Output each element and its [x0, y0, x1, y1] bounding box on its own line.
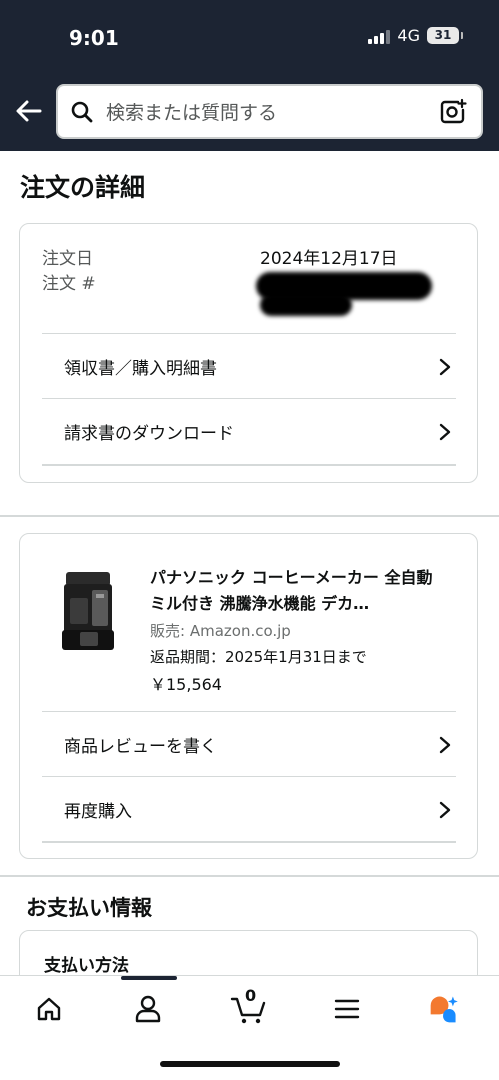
nav-menu[interactable] [331, 992, 363, 1026]
seller-text: 販売: Amazon.co.jp [150, 622, 291, 640]
section-divider [0, 515, 499, 517]
menu-icon [334, 999, 360, 1019]
chevron-right-icon [439, 358, 451, 375]
buy-again-link[interactable]: 再度購入 [42, 776, 456, 842]
payment-method-label: 支払い方法 [44, 956, 129, 976]
order-number-label: 注文 # [42, 274, 96, 294]
chevron-right-icon [439, 423, 451, 440]
search-input[interactable]: 検索または質問する [56, 84, 483, 139]
write-review-link[interactable]: 商品レビューを書く [42, 711, 456, 777]
status-time: 9:01 [69, 26, 119, 50]
home-indicator [160, 1061, 340, 1067]
account-icon [135, 995, 161, 1023]
nav-rufus-assistant[interactable] [428, 992, 460, 1026]
invoice-download-link[interactable]: 請求書のダウンロード [42, 398, 456, 464]
row-divider [42, 464, 456, 466]
buy-again-label: 再度購入 [64, 802, 132, 822]
nav-home[interactable] [33, 992, 65, 1026]
app-header: 9:01 4G 31 検索または質問する [0, 0, 499, 151]
nav-cart[interactable]: 0 [229, 986, 269, 1026]
chevron-right-icon [439, 736, 451, 753]
receipt-label: 領収書／購入明細書 [64, 359, 217, 379]
chevron-right-icon [439, 801, 451, 818]
product-image[interactable] [58, 568, 118, 656]
camera-lens-icon[interactable] [439, 98, 467, 126]
search-placeholder: 検索または質問する [106, 102, 278, 124]
payment-section-title: お支払い情報 [26, 896, 152, 920]
status-indicators: 4G 31 [368, 26, 463, 45]
page-title: 注文の詳細 [20, 173, 146, 202]
write-review-label: 商品レビューを書く [64, 737, 217, 757]
product-title[interactable]: パナソニック コーヒーメーカー 全自動 ミル付き 沸騰浄水機能 デカ… [150, 565, 450, 617]
row-divider [42, 841, 456, 843]
invoice-download-label: 請求書のダウンロード [64, 424, 234, 444]
order-date-value: 2024年12月17日 [260, 249, 398, 269]
receipt-link[interactable]: 領収書／購入明細書 [42, 333, 456, 399]
search-icon [71, 101, 93, 122]
back-arrow-icon[interactable] [14, 96, 44, 126]
cart-count: 0 [245, 986, 257, 1005]
section-divider [0, 875, 499, 877]
network-type: 4G [397, 26, 420, 45]
signal-icon [368, 28, 391, 44]
order-item-card: パナソニック コーヒーメーカー 全自動 ミル付き 沸騰浄水機能 デカ… 販売: … [19, 533, 478, 859]
nav-account[interactable] [132, 992, 164, 1026]
order-date-label: 注文日 [42, 249, 93, 269]
rufus-assistant-icon [430, 996, 458, 1023]
battery-icon: 31 [427, 27, 463, 44]
order-summary-card: 注文日 2024年12月17日 注文 # 領収書／購入明細書 請求書のダウンロー… [19, 223, 478, 483]
item-price: ￥15,564 [150, 675, 222, 694]
return-period-text: 返品期間：2025年1月31日まで [150, 648, 367, 666]
active-tab-indicator [121, 976, 177, 980]
home-icon [37, 997, 61, 1021]
